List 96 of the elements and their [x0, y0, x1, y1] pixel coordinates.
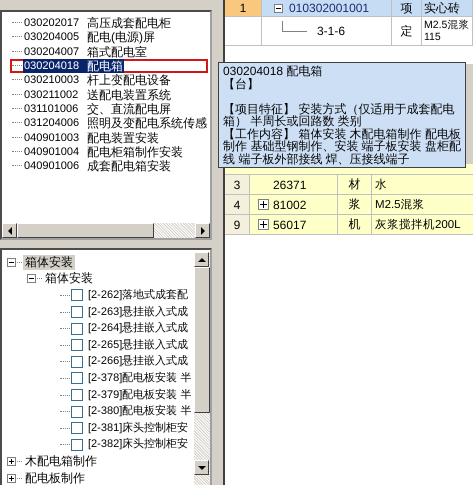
horizontal-scrollbar[interactable]	[2, 223, 210, 238]
list-item[interactable]: 031101006 交、直流配电屏	[10, 102, 208, 116]
item-name: 水	[374, 178, 388, 193]
tree-node[interactable]: 箱体安装	[23, 254, 75, 270]
list-item[interactable]: 040901003 配电装置安装	[10, 130, 208, 145]
expand-icon[interactable]	[258, 219, 269, 230]
item-name: M2.5混浆	[374, 198, 426, 213]
item-code: 040901004	[23, 144, 80, 159]
item-type: 浆	[338, 195, 372, 214]
item-code: 031204006	[23, 116, 80, 130]
checkbox[interactable]	[71, 339, 83, 352]
tree-leaf-label[interactable]: [2-266]悬挂嵌入式成	[86, 354, 190, 370]
row-number: 9	[225, 215, 250, 234]
item-code: 030204007	[23, 44, 80, 59]
tree-leaf-label[interactable]: [2-262]落地式成套配	[86, 288, 190, 303]
vertical-scrollbar[interactable]	[194, 252, 210, 485]
item-name: 照明及变配电系统传感	[86, 116, 208, 130]
tree-leaf-label[interactable]: [2-380]配电板安装 半	[86, 404, 194, 420]
tree-leaf-label[interactable]: [2-265]悬挂嵌入式成	[86, 338, 190, 353]
item-name: 成套配电箱安装	[86, 159, 172, 174]
grid-row[interactable]: 1 010302001001 项 实心砖	[225, 0, 473, 17]
scroll-up-button[interactable]	[194, 252, 209, 267]
item-code: 010302001001	[289, 1, 370, 15]
item-code: 030204018	[23, 59, 86, 74]
item-type: 定	[392, 17, 422, 45]
tooltip-text: 【工作内容】 箱体安装 木配电箱制作 配电板制作 基础型钢制作、安装 端子板安装 盘柜配线 端子板外部接线 焊、压接线端子	[223, 128, 462, 165]
tooltip-text: 【项目特征】 安装方式（仅适用于成套配电箱） 半周长或回路数 类别	[223, 102, 456, 128]
item-name: 配电(电源)屏	[86, 30, 156, 44]
checkbox[interactable]	[71, 372, 83, 384]
item-code: 040901006	[23, 159, 80, 174]
row-number: 3	[225, 175, 250, 194]
tooltip-unit: 【台】	[223, 78, 260, 90]
item-code: 3-1-6	[317, 24, 346, 38]
item-type: 机	[338, 215, 372, 234]
checkbox[interactable]	[71, 289, 83, 302]
item-code: 031101006	[23, 102, 80, 116]
collapse-icon[interactable]	[27, 274, 36, 284]
checkbox[interactable]	[71, 406, 83, 418]
tree-leaf-label[interactable]: [2-382]床头控制柜安	[86, 437, 190, 452]
scrollbar-thumb[interactable]	[17, 223, 154, 238]
collapse-icon[interactable]	[7, 258, 16, 267]
list-item[interactable]: 040901006 成套配电箱安装	[10, 158, 208, 174]
checkbox[interactable]	[71, 422, 83, 434]
checkbox[interactable]	[71, 356, 83, 368]
item-name: M2.5混浆 115	[422, 17, 473, 45]
expand-icon[interactable]	[7, 456, 16, 466]
scroll-right-button[interactable]	[195, 223, 210, 238]
tree-leaf-label[interactable]: [2-264]悬挂嵌入式成	[86, 321, 190, 336]
list-item[interactable]: 030204005 配电(电源)屏	[10, 30, 208, 45]
checkbox[interactable]	[71, 322, 83, 335]
list-item[interactable]: 030202017 高压成套配电柜	[10, 16, 208, 30]
row-number: 1	[225, 0, 262, 16]
item-name: 高压成套配电柜	[86, 16, 172, 30]
item-name: 交、直流配电屏	[86, 102, 172, 116]
item-name: 实心砖	[422, 0, 473, 16]
checkbox[interactable]	[71, 438, 83, 451]
item-type: 项	[392, 0, 422, 16]
checkbox[interactable]	[71, 306, 83, 318]
item-code: 26371	[273, 178, 306, 192]
scroll-left-button[interactable]	[2, 223, 17, 238]
tree-leaf-label[interactable]: [2-378]配电板安装 半	[86, 370, 194, 386]
tree-leaf-label[interactable]: [2-379]配电板安装 半	[86, 388, 194, 403]
list-item[interactable]: 040901004 配电柜箱制作安装	[10, 144, 208, 159]
item-name: 配电装置安装	[86, 130, 160, 145]
item-name: 箱式配电室	[86, 44, 148, 59]
collapse-icon[interactable]	[274, 4, 283, 12]
tree-leaf-label[interactable]: [2-381]床头控制柜安	[86, 420, 190, 436]
item-code: 030210003	[23, 73, 80, 88]
item-code: 040901003	[23, 130, 80, 145]
row-number: 4	[225, 195, 250, 214]
list-item[interactable]: 030204018 配电箱	[10, 58, 208, 74]
item-name: 杆上变配电设备	[86, 73, 172, 88]
item-code: 030204005	[23, 30, 80, 44]
list-item[interactable]: 030210003 杆上变配电设备	[10, 73, 208, 88]
item-code: 030211002	[23, 88, 80, 102]
item-name: 配电箱	[86, 59, 124, 74]
item-code: 56017	[273, 218, 306, 232]
expand-icon[interactable]	[258, 199, 269, 210]
item-name: 灰浆搅拌机200L	[374, 218, 462, 233]
list-item[interactable]: 031204006 照明及变配电系统传感	[10, 116, 208, 130]
expand-icon[interactable]	[7, 474, 16, 483]
list-item[interactable]: 030211002 送配电装置系统	[10, 87, 208, 102]
item-code: 81002	[273, 198, 306, 212]
scrollbar-thumb[interactable]	[194, 267, 210, 413]
item-name: 送配电装置系统	[86, 88, 172, 102]
tree-node[interactable]: 木配电箱制作	[23, 454, 99, 469]
item-code: 030202017	[23, 16, 80, 30]
tooltip-title: 030204018 配电箱	[223, 65, 324, 78]
scroll-down-button[interactable]	[194, 460, 209, 475]
item-name: 配电柜箱制作安装	[86, 144, 184, 159]
list-item[interactable]: 030204007 箱式配电室	[10, 44, 208, 59]
tree-node[interactable]: 配电板制作	[23, 470, 87, 485]
tree-leaf-label[interactable]: [2-263]悬挂嵌入式成	[86, 304, 190, 320]
tree-node[interactable]: 箱体安装	[43, 271, 95, 286]
checkbox[interactable]	[71, 389, 83, 402]
item-type: 材	[338, 175, 372, 194]
